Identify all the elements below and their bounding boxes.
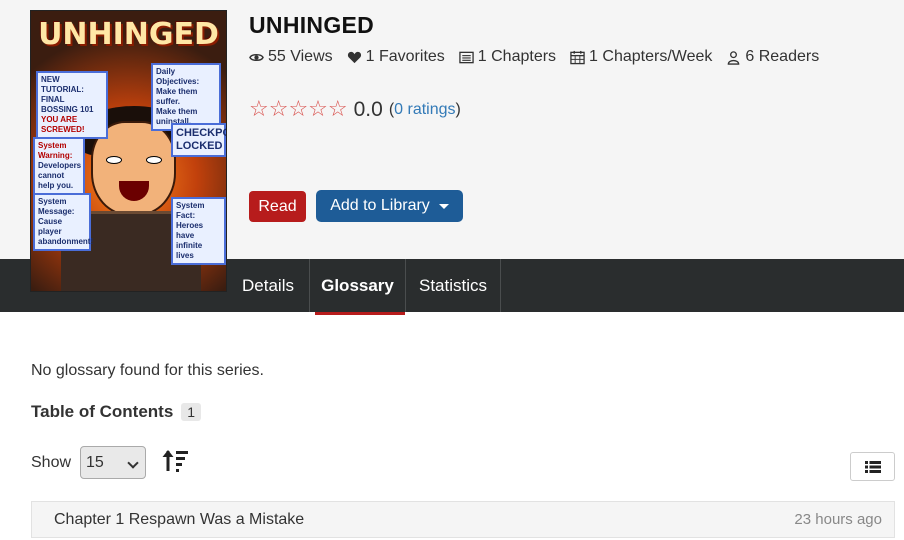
cover-panel-text: Cause player abandonment! xyxy=(38,217,94,246)
cover-panel-warning: System Warning: Developers cannot help y… xyxy=(33,137,85,195)
star-rating-icon[interactable]: ☆☆☆☆☆ xyxy=(249,97,348,122)
chapter-row[interactable]: Chapter 1 Respawn Was a Mistake 23 hours… xyxy=(31,501,895,538)
caret-down-icon xyxy=(438,203,449,209)
read-button[interactable]: Read xyxy=(249,191,306,222)
ratings-count: (0 ratings) xyxy=(389,101,461,119)
page-size-value: 15 xyxy=(86,453,104,471)
cover-panel-text: YOU ARE SCREWED! xyxy=(41,115,85,134)
tab-details[interactable]: Details xyxy=(227,259,309,312)
series-stats: 55 Views 1 Favorites 1 Chapters 1 Chapte… xyxy=(249,48,819,66)
chapters-per-week-stat: 1 Chapters/Week xyxy=(570,48,712,66)
readers-stat: 6 Readers xyxy=(726,48,819,66)
user-icon xyxy=(728,50,740,65)
tab-label: Glossary xyxy=(321,275,394,295)
glossary-empty-message: No glossary found for this series. xyxy=(31,362,264,379)
page-size-select[interactable]: 15 xyxy=(80,446,146,479)
chapter-count-badge: 1 xyxy=(181,403,202,421)
series-title: UNHINGED xyxy=(249,12,375,38)
chapter-title[interactable]: Chapter 1 Respawn Was a Mistake xyxy=(54,511,304,529)
views-stat: 55 Views xyxy=(249,48,333,66)
toc-heading-label: Table of Contents xyxy=(31,402,174,421)
cover-panel-text: Heroes have infinite lives xyxy=(176,221,204,260)
tab-label: Statistics xyxy=(418,275,488,295)
cover-panel-text: Developers cannot help you. xyxy=(38,161,82,190)
cover-title: UNHINGED xyxy=(38,17,219,52)
chapters-stat: 1 Chapters xyxy=(459,48,556,66)
cover-panel-objectives: Daily Objectives: Make them suffer. Make… xyxy=(151,63,221,131)
cover-panel-message: System Message: Cause player abandonment… xyxy=(33,193,94,251)
toc-heading: Table of Contents 1 xyxy=(31,402,202,422)
tab-glossary[interactable]: Glossary xyxy=(309,259,406,315)
sort-ascending-icon[interactable] xyxy=(161,448,189,474)
show-label: Show xyxy=(31,454,72,471)
cover-eye-left xyxy=(106,156,122,164)
cover-panel-fact: System Fact: Heroes have infinite lives xyxy=(171,197,226,265)
favorites-count: 1 Favorites xyxy=(365,48,445,65)
favorites-stat: 1 Favorites xyxy=(347,48,445,66)
chapters-per-week-count: 1 Chapters/Week xyxy=(589,48,713,65)
cover-panel-text: Daily Objectives: xyxy=(156,67,200,86)
cover-panel-tutorial: NEW TUTORIAL: FINAL BOSSING 101 YOU ARE … xyxy=(36,71,108,139)
rating: ☆☆☆☆☆ 0.0 (0 ratings) xyxy=(249,97,461,122)
rating-score: 0.0 xyxy=(353,97,383,121)
tab-statistics[interactable]: Statistics xyxy=(406,259,501,312)
add-to-library-label: Add to Library xyxy=(330,197,430,214)
cover-panel-text: Make them suffer. xyxy=(156,87,198,106)
close-paren: ) xyxy=(455,100,461,118)
cover-panel-text: CHECKPOINT LOCKED xyxy=(176,127,226,152)
chapters-count: 1 Chapters xyxy=(477,48,557,65)
add-to-library-button[interactable]: Add to Library xyxy=(316,190,463,222)
tab-label: Details xyxy=(242,275,294,295)
cover-panel-checkpoint: CHECKPOINT LOCKED xyxy=(171,123,226,157)
list-alt-icon xyxy=(459,51,474,63)
list-icon xyxy=(864,460,881,473)
calendar-icon xyxy=(570,50,585,64)
cover-panel-text: System Warning: xyxy=(38,141,73,160)
cover-panel-text: System Message: xyxy=(38,197,75,216)
cover-eye-right xyxy=(146,156,162,164)
eye-icon xyxy=(249,53,264,61)
cover-panel-text: System Fact: xyxy=(176,201,205,220)
cover-panel-text: NEW TUTORIAL: FINAL BOSSING 101 xyxy=(41,75,94,114)
readers-count: 6 Readers xyxy=(745,48,820,65)
cover-image[interactable]: UNHINGED NEW TUTORIAL: FINAL BOSSING 101… xyxy=(30,10,227,292)
chapter-time: 23 hours ago xyxy=(794,511,882,528)
views-count: 55 Views xyxy=(268,48,333,65)
heart-icon xyxy=(347,51,361,63)
list-view-button[interactable] xyxy=(850,452,895,481)
chevron-down-icon xyxy=(127,457,139,469)
ratings-link[interactable]: 0 ratings xyxy=(394,101,455,118)
